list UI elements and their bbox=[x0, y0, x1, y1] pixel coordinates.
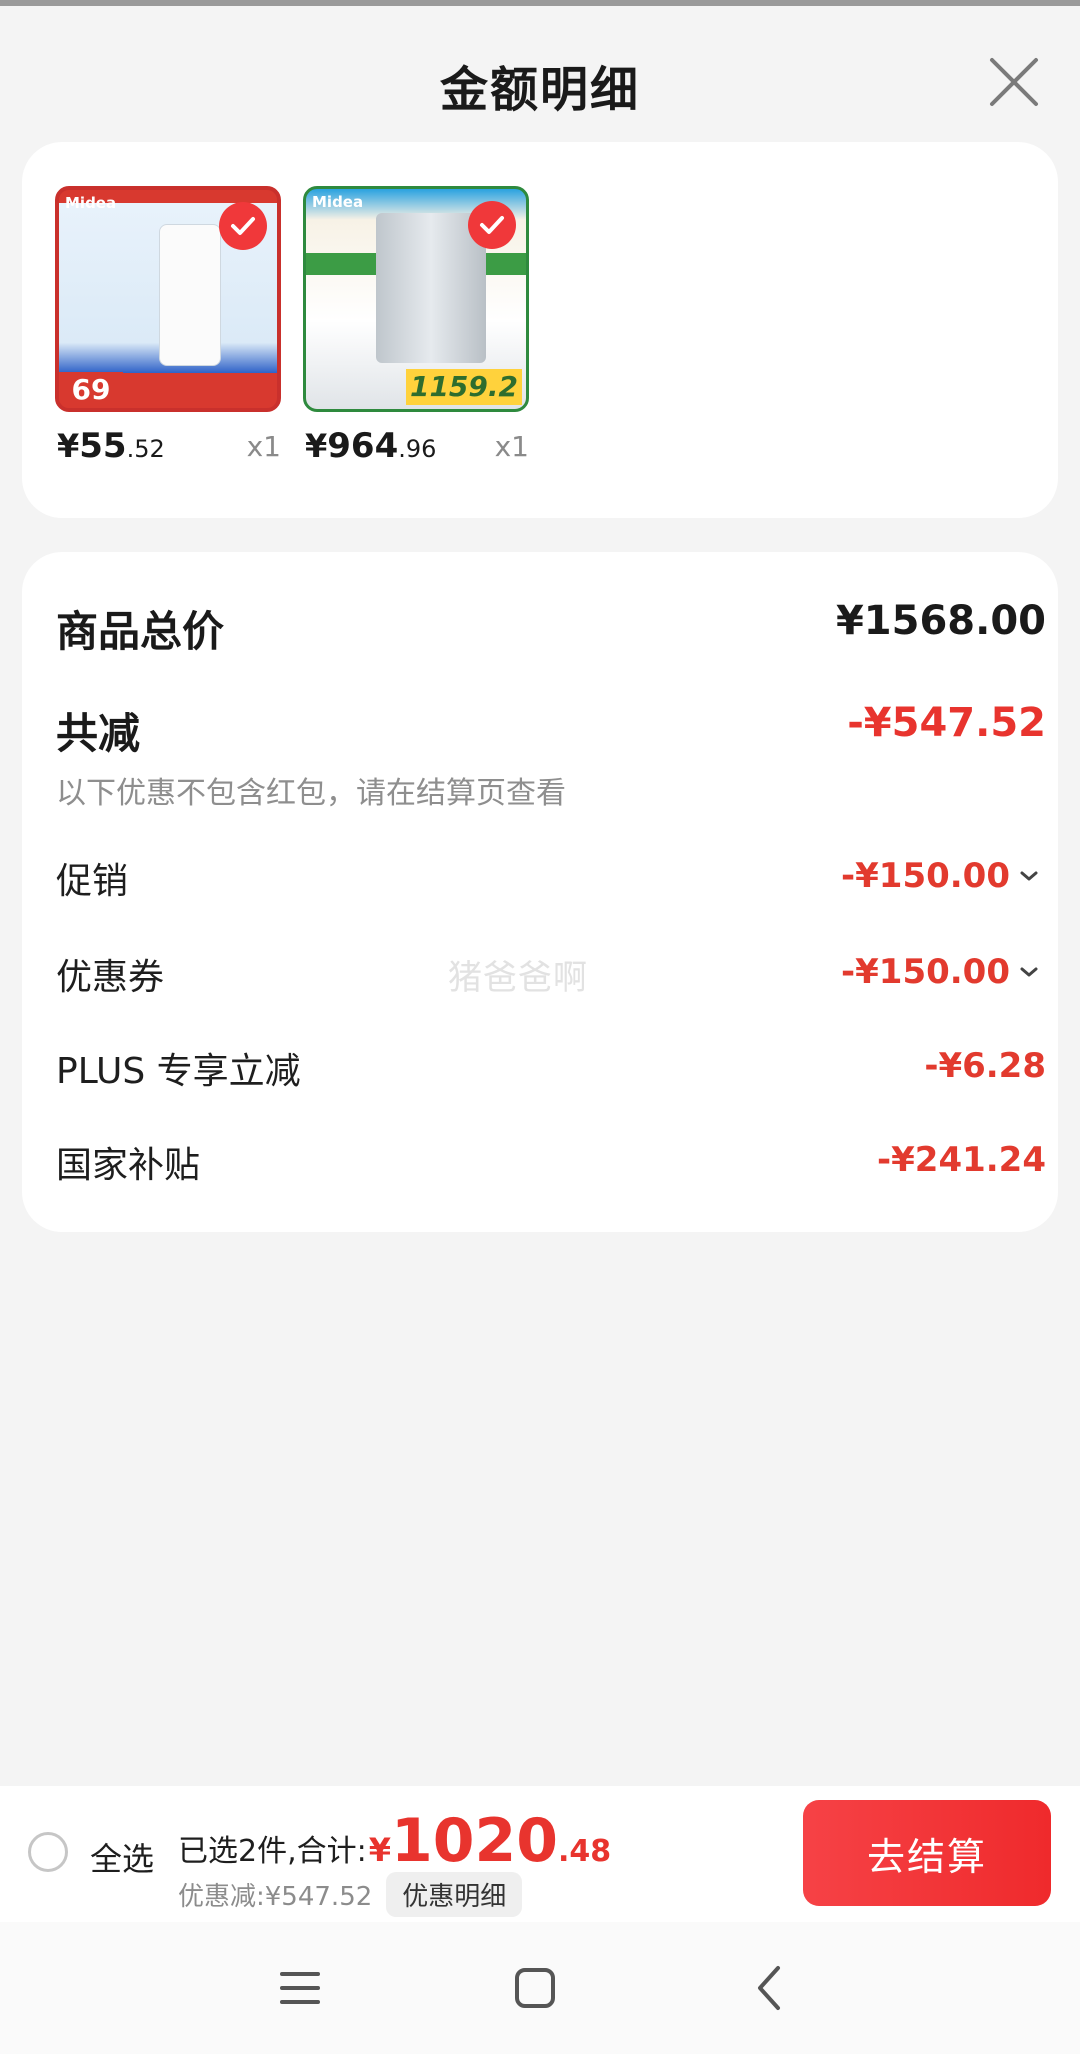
discount-value: -¥150.00 bbox=[841, 856, 1010, 896]
discount-label: 优惠券 bbox=[56, 957, 165, 998]
total-price-row: 商品总价 ¥1568.00 bbox=[56, 598, 1046, 656]
nav-menu-button[interactable] bbox=[270, 1958, 330, 2018]
discount-label: 促销 bbox=[56, 861, 129, 902]
selected-badge bbox=[468, 201, 516, 249]
brand-logo: Midea bbox=[312, 193, 364, 211]
product-price-row: ¥55.52 x1 bbox=[55, 426, 281, 476]
discount-value-group[interactable]: -¥150.00 bbox=[841, 856, 1046, 896]
nav-home-button[interactable] bbox=[505, 1958, 565, 2018]
product-price: ¥964.96 bbox=[305, 426, 437, 466]
system-nav-bar bbox=[0, 1922, 1080, 2054]
total-price-value: ¥1568.00 bbox=[835, 598, 1046, 644]
checkout-button[interactable]: 去结算 bbox=[803, 1800, 1051, 1906]
nav-back-button[interactable] bbox=[740, 1958, 800, 2018]
checkmark-icon bbox=[231, 217, 255, 235]
selected-badge bbox=[219, 202, 267, 250]
discount-value: -¥150.00 bbox=[841, 952, 1010, 992]
product-image bbox=[159, 224, 221, 366]
product-item[interactable]: Midea 1159.2 ¥964.96 x1 bbox=[303, 186, 529, 466]
close-icon bbox=[990, 58, 1038, 106]
order-summary: 已选2件,合计: ¥ 1020 .48 bbox=[178, 1806, 611, 1876]
page-title: 金额明细 bbox=[439, 62, 640, 118]
product-item[interactable]: Midea 69 ¥55.52 x1 bbox=[55, 186, 281, 466]
brand-logo: Midea bbox=[65, 194, 117, 212]
chevron-down-icon[interactable] bbox=[1014, 861, 1044, 891]
watermark-text: 猪爸爸啊 bbox=[448, 958, 588, 998]
discount-row-subsidy: 国家补贴 -¥241.24 bbox=[56, 1136, 1046, 1186]
total-reduce-value: -¥547.52 bbox=[847, 700, 1046, 746]
product-thumbnail[interactable]: Midea 1159.2 bbox=[303, 186, 529, 412]
discount-summary-text: 优惠减:¥547.52 bbox=[178, 1882, 373, 1912]
discount-detail-button[interactable]: 优惠明细 bbox=[386, 1872, 523, 1917]
discount-label: 国家补贴 bbox=[56, 1145, 201, 1186]
summary-currency: ¥ bbox=[368, 1831, 391, 1869]
total-reduce-row: 共减 -¥547.52 bbox=[56, 700, 1046, 758]
total-reduce-label: 共减 bbox=[56, 709, 141, 758]
checkmark-icon bbox=[480, 216, 504, 234]
select-all-radio[interactable] bbox=[28, 1832, 68, 1872]
product-price: ¥55.52 bbox=[57, 426, 165, 466]
price-badge: 1159.2 bbox=[406, 369, 522, 405]
product-thumbnail[interactable]: Midea 69 bbox=[55, 186, 281, 412]
products-card: Midea 69 ¥55.52 x1 Midea 1159.2 ¥964.96 … bbox=[22, 142, 1058, 518]
product-price-row: ¥964.96 x1 bbox=[303, 426, 529, 476]
product-quantity: x1 bbox=[494, 430, 529, 463]
back-icon bbox=[758, 1966, 780, 2010]
summary-total-dec: .48 bbox=[558, 1834, 612, 1869]
summary-total-int: 1020 bbox=[391, 1806, 558, 1876]
discount-summary: 优惠减:¥547.52 优惠明细 bbox=[178, 1872, 523, 1917]
discount-row-plus: PLUS 专享立减 -¥6.28 bbox=[56, 1042, 1046, 1092]
product-quantity: x1 bbox=[246, 430, 281, 463]
discount-value: -¥6.28 bbox=[924, 1046, 1046, 1086]
close-button[interactable] bbox=[982, 50, 1046, 114]
chevron-down-icon[interactable] bbox=[1014, 957, 1044, 987]
summary-text: 已选2件,合计: bbox=[178, 1834, 367, 1869]
home-square-icon bbox=[515, 1968, 555, 2008]
price-detail-card: 商品总价 ¥1568.00 共减 -¥547.52 以下优惠不包含红包，请在结算… bbox=[22, 552, 1058, 1232]
discount-row-promotion[interactable]: 促销 -¥150.00 bbox=[56, 852, 1046, 902]
total-price-label: 商品总价 bbox=[56, 607, 225, 656]
reduce-note: 以下优惠不包含红包，请在结算页查看 bbox=[56, 776, 566, 811]
checkout-bar: 全选 已选2件,合计: ¥ 1020 .48 优惠减:¥547.52 优惠明细 … bbox=[0, 1786, 1080, 1922]
discount-label: PLUS 专享立减 bbox=[56, 1051, 301, 1092]
menu-icon bbox=[280, 1972, 320, 2004]
price-badge: 69 bbox=[59, 372, 123, 408]
discount-value-group[interactable]: -¥150.00 bbox=[841, 952, 1046, 992]
discount-value: -¥241.24 bbox=[877, 1140, 1046, 1180]
select-all-label[interactable]: 全选 bbox=[90, 1834, 154, 1880]
